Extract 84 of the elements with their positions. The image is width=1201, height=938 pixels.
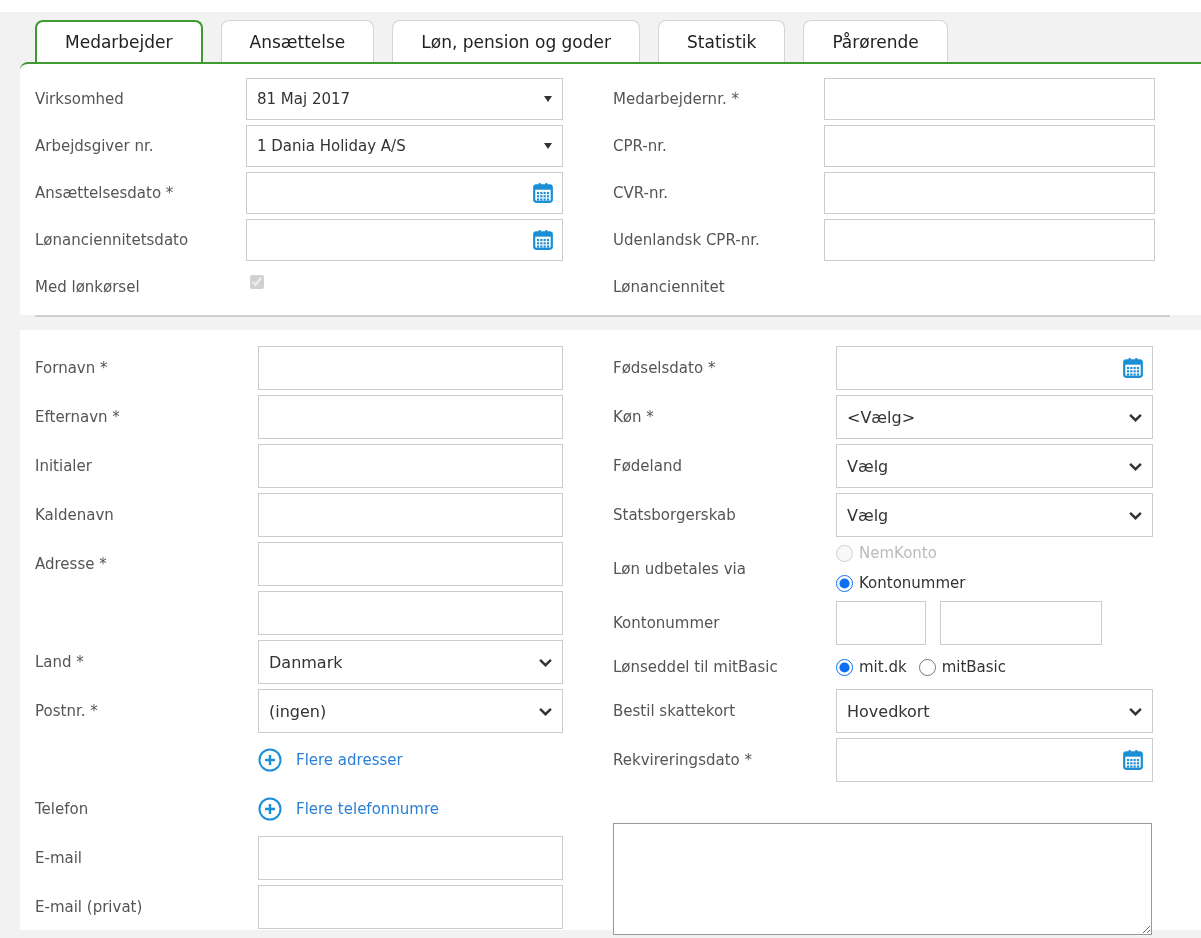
dropdown[interactable]: (ingen) — [258, 689, 563, 733]
tab[interactable]: Medarbejder — [35, 20, 203, 62]
field-label: Bestil skattekort — [613, 702, 737, 720]
chevron-down-icon — [1129, 510, 1142, 520]
input-field[interactable] — [258, 444, 563, 488]
tab[interactable]: Løn, pension og goder — [392, 20, 640, 62]
input-field[interactable] — [258, 493, 563, 537]
field-label: Fødselsdato * — [613, 359, 717, 377]
radio-label: mit.dk — [859, 658, 907, 676]
tab[interactable]: Ansættelse — [220, 20, 375, 62]
field-label: Land * — [35, 653, 85, 671]
caret-icon — [544, 143, 552, 149]
field-label: Statsborgerskab — [613, 506, 737, 524]
radio-label: Kontonummer — [859, 574, 966, 592]
dropdown[interactable]: Vælg — [836, 444, 1153, 488]
chevron-down-icon — [539, 706, 552, 716]
field-label: Kontonummer — [613, 614, 721, 632]
date-field[interactable] — [836, 346, 1153, 390]
chevron-down-icon — [1129, 412, 1142, 422]
input-field[interactable] — [824, 219, 1155, 261]
field-label: E-mail — [35, 849, 84, 867]
dropdown[interactable]: <Vælg> — [836, 395, 1153, 439]
calendar-icon[interactable] — [532, 182, 554, 204]
dropdown[interactable]: 1 Dania Holiday A/S — [246, 125, 563, 167]
caret-icon — [544, 96, 552, 102]
date-field[interactable] — [246, 172, 563, 214]
field-label: Efternavn * — [35, 408, 121, 426]
radio-button[interactable] — [836, 574, 853, 592]
calendar-icon[interactable] — [532, 229, 554, 251]
field-label: Arbejdsgiver nr. — [35, 137, 155, 155]
input-field[interactable] — [258, 836, 563, 880]
dropdown[interactable]: Danmark — [258, 640, 563, 684]
radio-button[interactable] — [918, 658, 936, 676]
field-label: Lønseddel til mitBasic — [613, 658, 779, 676]
field-label: Virksomhed — [35, 90, 125, 108]
input-field[interactable] — [824, 172, 1155, 214]
dropdown[interactable]: Hovedkort — [836, 689, 1153, 733]
field-label: Lønanciennitet — [613, 278, 726, 296]
dropdown[interactable]: 81 Maj 2017 — [246, 78, 563, 120]
calendar-icon[interactable] — [1122, 357, 1144, 379]
field-label: Fødeland — [613, 457, 683, 475]
field-label: E-mail (privat) — [35, 898, 144, 916]
field-label: Adresse * — [35, 555, 108, 573]
tab[interactable]: Statistik — [658, 20, 786, 62]
field-label: CVR-nr. — [613, 184, 670, 202]
radio-button[interactable] — [836, 658, 853, 676]
field-label: CPR-nr. — [613, 137, 668, 155]
input-field[interactable] — [258, 591, 563, 635]
tab[interactable]: Pårørende — [803, 20, 948, 62]
field-label: Lønanciennitetsdato — [35, 231, 190, 249]
field-label: Køn * — [613, 408, 655, 426]
input-field[interactable] — [258, 395, 563, 439]
radio-label: NemKonto — [859, 544, 937, 562]
chevron-down-icon — [1129, 461, 1142, 471]
field-label: Løn udbetales via — [613, 560, 747, 578]
field-label: Postnr. * — [35, 702, 99, 720]
field-label: Ansættelsesdato * — [35, 184, 175, 202]
date-field[interactable] — [246, 219, 563, 261]
dropdown[interactable]: Vælg — [836, 493, 1153, 537]
add-link[interactable]: Flere telefonnumre — [258, 797, 563, 821]
chevron-down-icon — [539, 657, 552, 667]
input-field[interactable] — [824, 78, 1155, 120]
add-link[interactable]: Flere adresser — [258, 748, 563, 772]
field-label: Kaldenavn — [35, 506, 115, 524]
radio-label: mitBasic — [941, 658, 1006, 676]
plus-circle-icon — [258, 748, 282, 772]
field-label: Telefon — [35, 800, 90, 818]
text-area[interactable] — [613, 823, 1152, 935]
input-field[interactable] — [940, 601, 1102, 645]
field-label: Medarbejdernr. * — [613, 90, 740, 108]
input-field[interactable] — [824, 125, 1155, 167]
input-field[interactable] — [258, 542, 563, 586]
field-label: Initialer — [35, 457, 93, 475]
input-field[interactable] — [836, 601, 926, 645]
input-field[interactable] — [258, 346, 563, 390]
field-label: Rekvireringsdato * — [613, 751, 753, 769]
field-label: Fornavn * — [35, 359, 109, 377]
field-label: Med lønkørsel — [35, 278, 141, 296]
chevron-down-icon — [1129, 706, 1142, 716]
date-field[interactable] — [836, 738, 1153, 782]
input-field[interactable] — [258, 885, 563, 929]
field-label: Udenlandsk CPR-nr. — [613, 231, 761, 249]
plus-circle-icon — [258, 797, 282, 821]
calendar-icon[interactable] — [1122, 749, 1144, 771]
